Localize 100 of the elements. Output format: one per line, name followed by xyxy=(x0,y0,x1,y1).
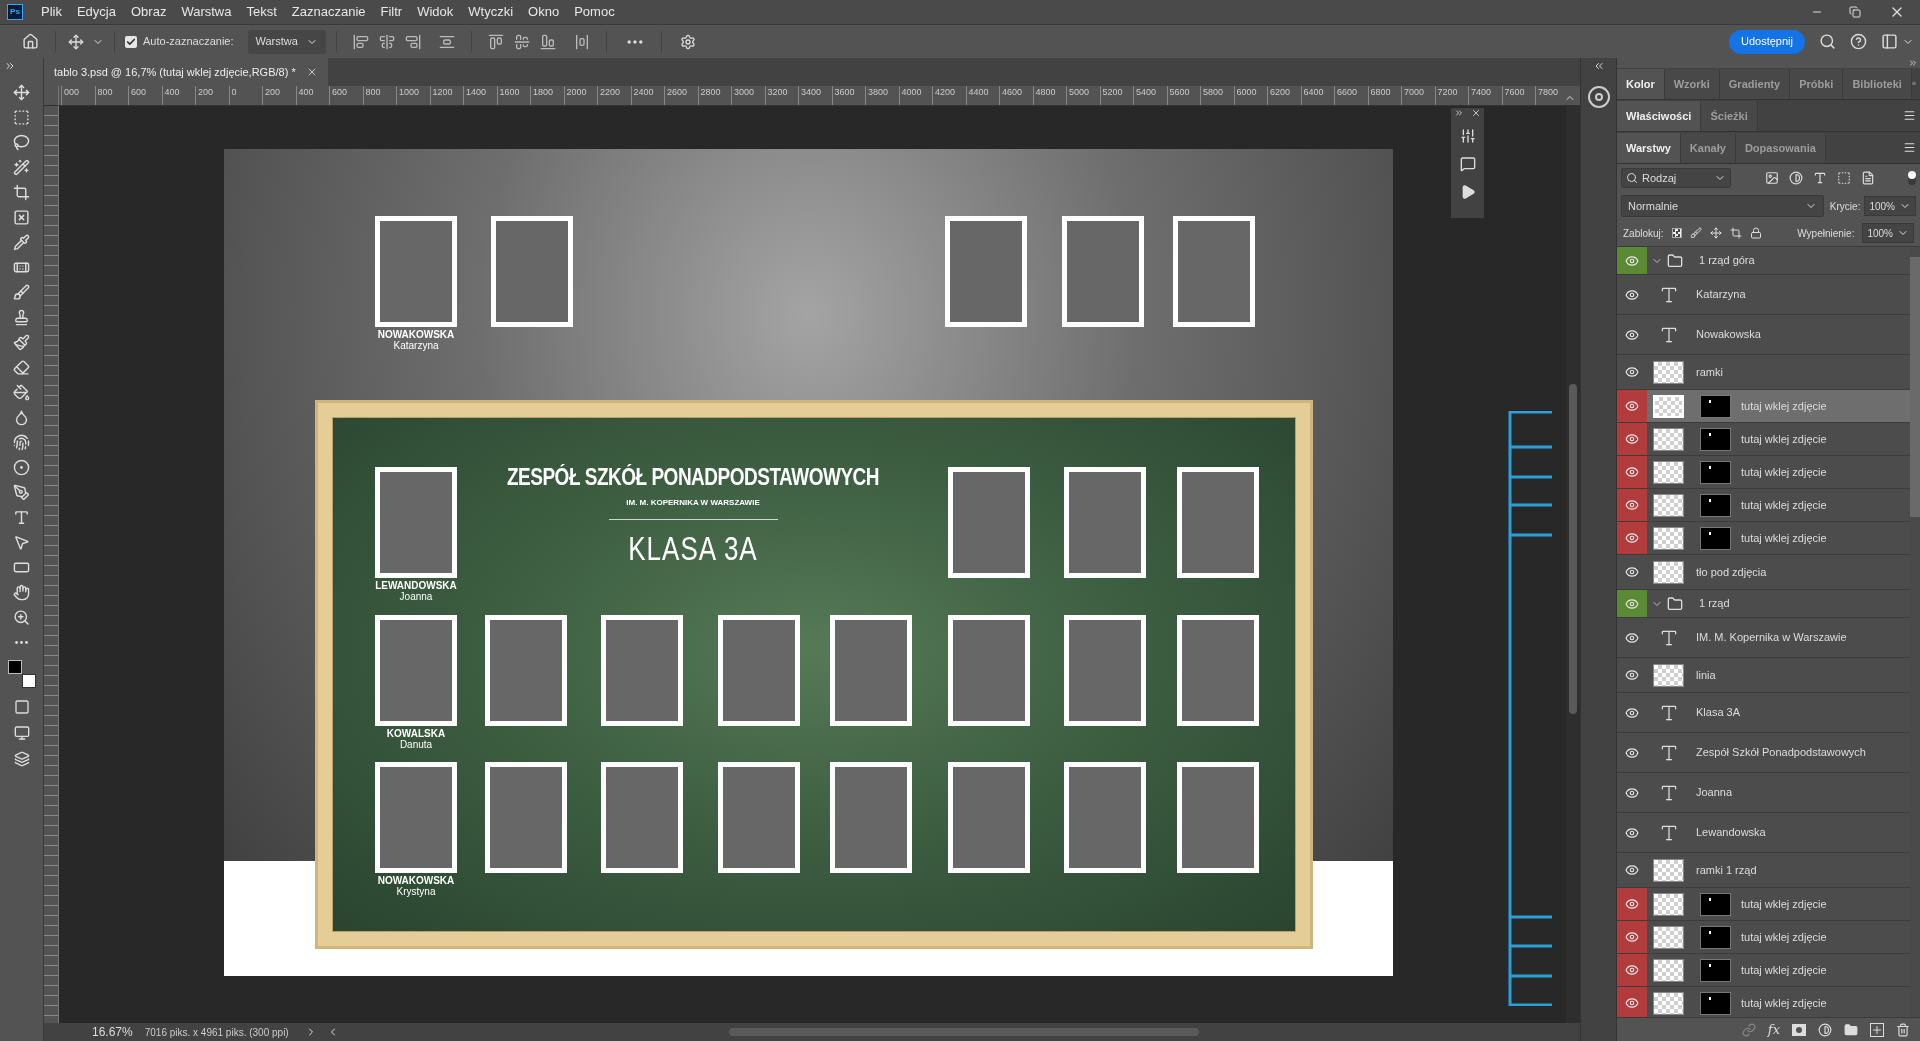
visibility-cell[interactable] xyxy=(1617,987,1647,1017)
document-filter-icon[interactable] xyxy=(1861,171,1875,185)
align-bottom-icon[interactable] xyxy=(539,33,556,50)
menu-item[interactable]: Widok xyxy=(410,2,461,22)
panel-tab[interactable]: Wzorki xyxy=(1664,69,1720,99)
pointer-icon[interactable] xyxy=(13,534,30,551)
layer-row[interactable]: tutaj wklej zdjęcie xyxy=(1617,921,1910,954)
menu-icon[interactable] xyxy=(1903,141,1916,154)
layer-row[interactable]: Zespół Szkół Ponadpodstawowych xyxy=(1617,733,1910,773)
eraser-icon[interactable] xyxy=(13,359,30,376)
layer-row[interactable]: tutaj wklej zdjęcie xyxy=(1617,390,1910,423)
pen-icon[interactable] xyxy=(13,484,30,501)
target-dropdown[interactable]: Warstwa xyxy=(247,29,326,54)
zoom-icon[interactable] xyxy=(13,609,30,626)
visibility-cell[interactable] xyxy=(1617,921,1647,953)
menu-icon[interactable] xyxy=(1903,109,1916,122)
panel-tab[interactable]: Kolor xyxy=(1617,69,1665,99)
panel-tab[interactable]: Ścieżki xyxy=(1701,101,1758,131)
eye-icon[interactable] xyxy=(1625,745,1639,760)
filter-toggle[interactable] xyxy=(1908,171,1916,185)
crop-icon[interactable] xyxy=(1729,227,1742,239)
visibility-cell[interactable] xyxy=(1617,522,1647,554)
eye-icon[interactable] xyxy=(1625,963,1639,977)
circle-dot-icon[interactable] xyxy=(13,459,30,476)
panel-tab[interactable]: Kanały xyxy=(1680,133,1736,163)
brush-icon[interactable] xyxy=(1689,227,1702,239)
sliders-icon[interactable] xyxy=(1459,128,1476,144)
eye-icon[interactable] xyxy=(1625,287,1639,302)
stamp-icon[interactable] xyxy=(13,309,30,326)
fx-button[interactable]: fx xyxy=(1767,1019,1780,1040)
layers-icon[interactable] xyxy=(13,751,30,767)
mask-icon[interactable] xyxy=(1792,1023,1806,1036)
panel-tab[interactable]: Dopasowania xyxy=(1735,133,1826,163)
layer-row[interactable]: Joanna xyxy=(1617,773,1910,813)
layer-row[interactable]: tutaj wklej zdjęcie xyxy=(1617,423,1910,456)
magic-wand-icon[interactable] xyxy=(13,159,30,176)
panel-tab[interactable]: Biblioteki xyxy=(1843,69,1912,99)
contrast-filter-icon[interactable] xyxy=(1789,171,1803,185)
help-icon[interactable] xyxy=(1850,33,1867,50)
panel-tab[interactable]: Gradienty xyxy=(1719,69,1791,99)
layer-row[interactable]: tutaj wklej zdjęcie xyxy=(1617,987,1910,1017)
align-center-icon[interactable] xyxy=(378,33,395,50)
opacity-field[interactable]: 100% xyxy=(1864,196,1916,216)
align-top-icon[interactable] xyxy=(487,33,504,50)
quick-mask-icon[interactable] xyxy=(13,699,30,715)
eye-icon[interactable] xyxy=(1625,897,1639,911)
distribute-icon[interactable] xyxy=(438,33,455,50)
hand-icon[interactable] xyxy=(13,584,30,601)
layer-row[interactable]: Nowakowska xyxy=(1617,315,1910,355)
crop-icon[interactable] xyxy=(13,184,30,201)
menu-item[interactable]: Okno xyxy=(521,2,567,22)
eye-icon[interactable] xyxy=(1625,863,1639,877)
layer-row[interactable]: Katarzyna xyxy=(1617,275,1910,315)
menu-item[interactable]: Obraz xyxy=(124,2,174,22)
x-box-icon[interactable] xyxy=(13,209,30,226)
workspace-icon[interactable] xyxy=(1881,33,1898,50)
menu-item[interactable]: Zaznaczanie xyxy=(284,2,373,22)
eye-icon[interactable] xyxy=(1625,465,1639,479)
layer-row[interactable]: tutaj wklej zdjęcie xyxy=(1617,954,1910,987)
eye-icon[interactable] xyxy=(1625,531,1639,545)
layer-row[interactable]: tutaj wklej zdjęcie xyxy=(1617,456,1910,489)
layer-row[interactable]: ramki 1 rząd xyxy=(1617,853,1910,888)
lasso-icon[interactable] xyxy=(13,134,30,151)
eye-icon[interactable] xyxy=(1625,596,1639,611)
foreground-color-swatch[interactable] xyxy=(7,660,22,674)
screen-mode-icon[interactable] xyxy=(13,725,30,741)
eye-icon[interactable] xyxy=(1625,996,1639,1010)
eye-icon[interactable] xyxy=(1625,365,1639,379)
collapse-icon[interactable] xyxy=(1454,108,1464,118)
layer-row[interactable]: Lewandowska xyxy=(1617,813,1910,853)
adjustment-icon[interactable] xyxy=(1818,1022,1832,1037)
layer-row[interactable]: tutaj wklej zdjęcie xyxy=(1617,522,1910,555)
auto-select-checkbox[interactable] xyxy=(125,35,137,48)
eye-icon[interactable] xyxy=(1625,498,1639,512)
layer-row[interactable]: linia xyxy=(1617,658,1910,693)
document-tab[interactable]: tablo 3.psd @ 16,7% (tutaj wklej zdjęcie,RGB/8) * xyxy=(44,58,328,86)
blend-mode-dropdown[interactable]: Normalnie xyxy=(1621,195,1824,217)
menu-item[interactable]: Wtyczki xyxy=(461,2,521,22)
visibility-cell[interactable] xyxy=(1617,888,1647,920)
scrollbar-thumb[interactable] xyxy=(1910,257,1920,517)
eye-icon[interactable] xyxy=(1625,327,1639,342)
brush-icon[interactable] xyxy=(13,284,30,301)
eye-icon[interactable] xyxy=(1625,399,1639,413)
image-filter-icon[interactable] xyxy=(1765,171,1779,185)
layer-row[interactable]: tutaj wklej zdjęcie xyxy=(1617,489,1910,522)
paint-bucket-icon[interactable] xyxy=(13,384,30,401)
eye-icon[interactable] xyxy=(1625,253,1639,268)
move-icon[interactable] xyxy=(13,84,30,101)
layer-row[interactable]: Klasa 3A xyxy=(1617,693,1910,733)
lock-pixels-icon[interactable] xyxy=(1671,228,1682,238)
align-middle-icon[interactable] xyxy=(513,33,530,50)
move-icon[interactable] xyxy=(1709,227,1722,239)
menu-item[interactable]: Warstwa xyxy=(174,2,239,22)
menu-item[interactable]: Plik xyxy=(34,2,69,22)
new-layer-icon[interactable] xyxy=(1870,1022,1884,1037)
home-icon[interactable] xyxy=(22,33,39,50)
panel-tab[interactable]: Warstwy xyxy=(1617,133,1681,163)
shape-filter-icon[interactable] xyxy=(1837,171,1851,185)
eyedropper-icon[interactable] xyxy=(13,234,30,251)
type-icon[interactable] xyxy=(13,509,30,526)
